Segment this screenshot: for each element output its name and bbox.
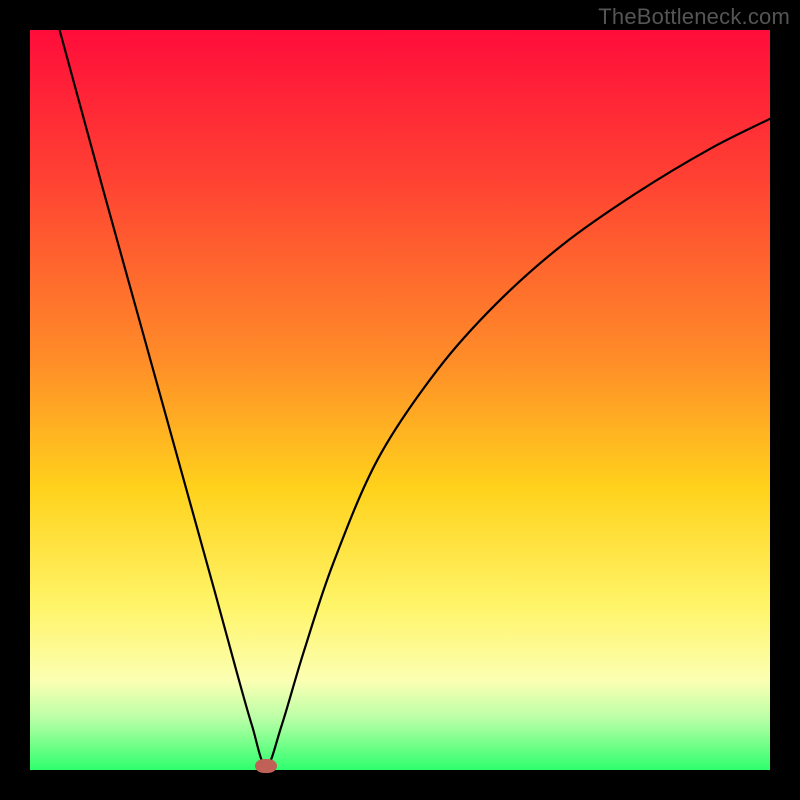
watermark-text: TheBottleneck.com	[598, 4, 790, 30]
curve-svg	[30, 30, 770, 770]
bottleneck-curve	[60, 30, 770, 766]
min-marker	[255, 759, 277, 773]
chart-frame: TheBottleneck.com	[0, 0, 800, 800]
plot-area	[30, 30, 770, 770]
